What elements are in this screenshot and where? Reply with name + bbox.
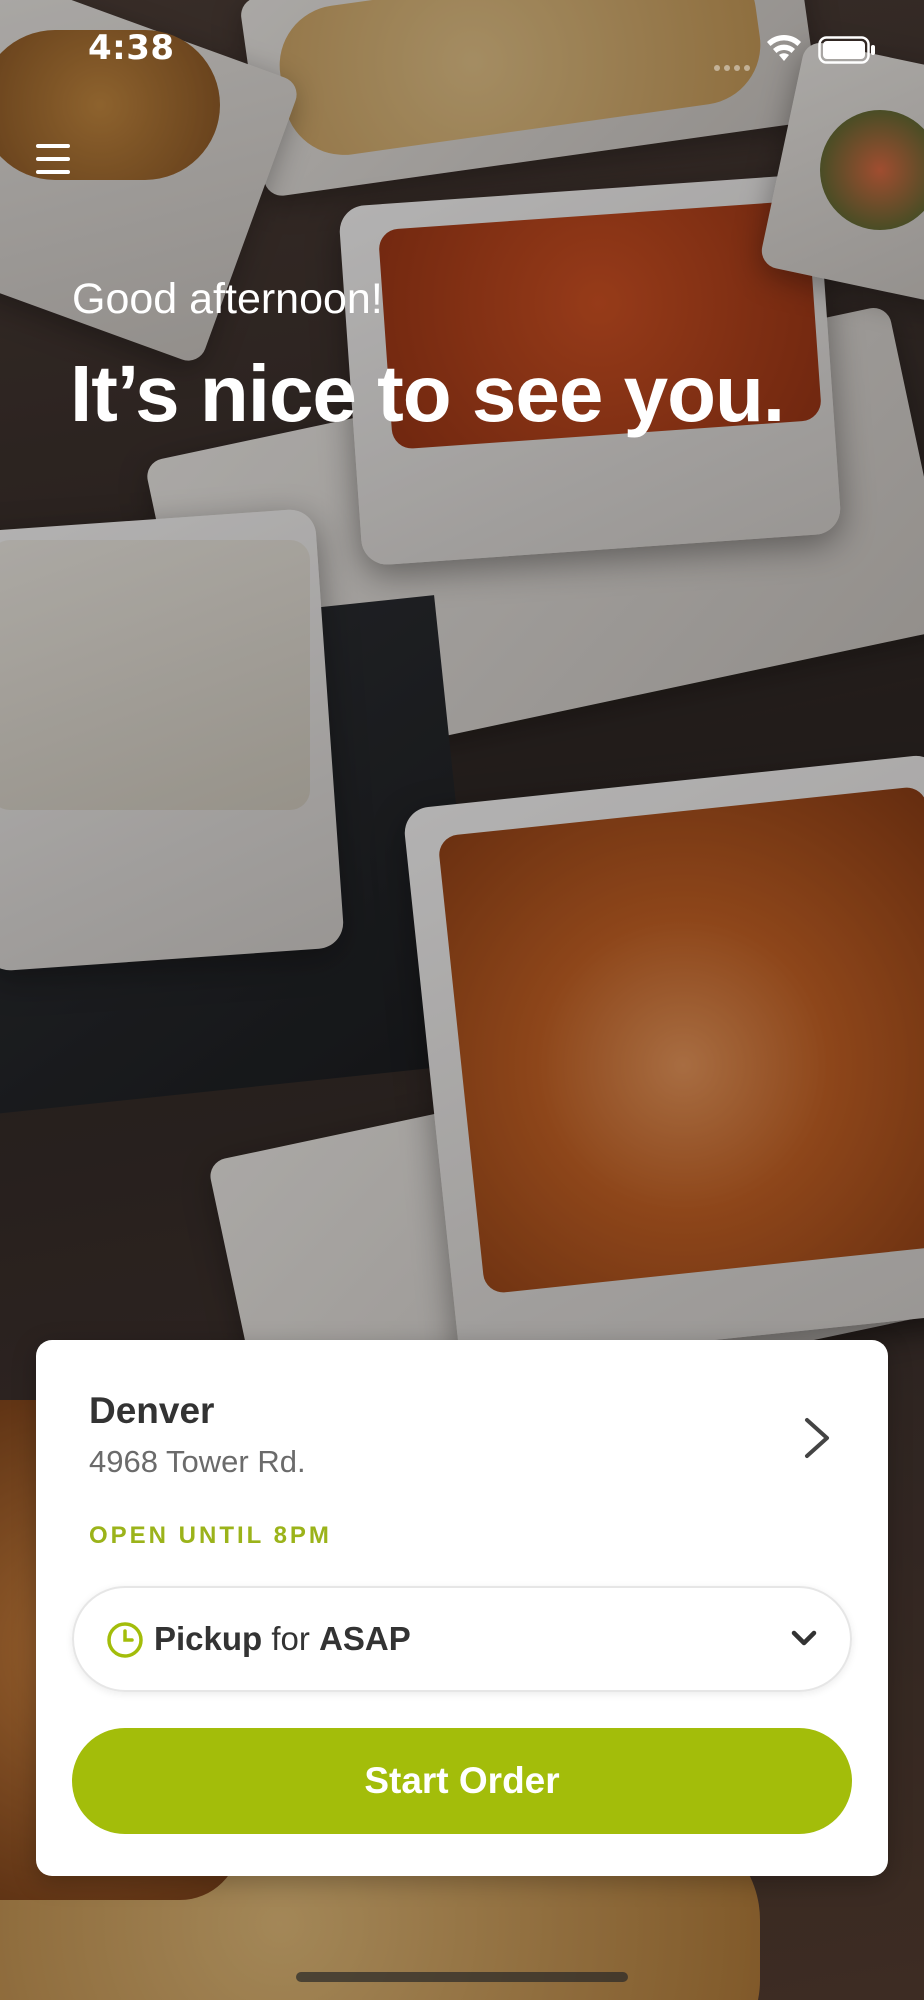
chevron-right-icon bbox=[805, 1418, 829, 1458]
location-selector[interactable]: Denver 4968 Tower Rd. bbox=[36, 1340, 888, 1520]
status-bar: 4:38 bbox=[0, 0, 924, 100]
app-screen: 4:38 Good afternoon! It’s nice to see yo… bbox=[0, 0, 924, 2000]
wifi-icon bbox=[767, 34, 801, 61]
order-mode-connector: for bbox=[271, 1620, 310, 1657]
battery-icon bbox=[818, 36, 875, 64]
order-mode-dropdown[interactable]: Pickup for ASAP bbox=[72, 1586, 852, 1692]
start-order-button[interactable]: Start Order bbox=[72, 1728, 852, 1834]
order-mode-label: Pickup for ASAP bbox=[154, 1620, 411, 1658]
location-card: Denver 4968 Tower Rd. OPEN UNTIL 8PM Pic… bbox=[36, 1340, 888, 1876]
clock-icon bbox=[107, 1622, 143, 1658]
order-time: ASAP bbox=[319, 1620, 411, 1657]
cellular-signal-icon bbox=[714, 58, 754, 76]
order-method: Pickup bbox=[154, 1620, 263, 1657]
location-name: Denver bbox=[89, 1390, 215, 1431]
greeting-text: Good afternoon! bbox=[72, 275, 383, 323]
chevron-down-icon bbox=[791, 1630, 817, 1646]
home-indicator[interactable] bbox=[296, 1972, 628, 1982]
status-time: 4:38 bbox=[88, 28, 175, 68]
location-address: 4968 Tower Rd. bbox=[89, 1444, 306, 1479]
hours-status-label: OPEN UNTIL 8PM bbox=[89, 1522, 332, 1549]
page-headline: It’s nice to see you. bbox=[70, 349, 785, 438]
hamburger-menu-icon[interactable] bbox=[30, 138, 78, 180]
